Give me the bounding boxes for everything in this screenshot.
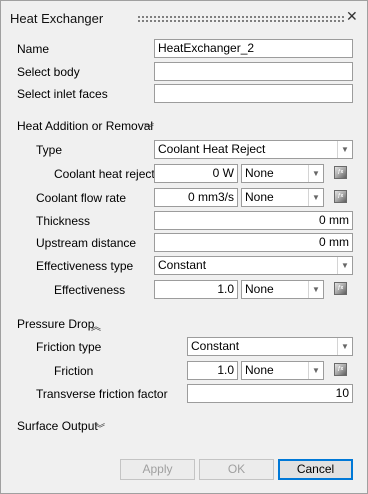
heat-section-header[interactable]: Heat Addition or Removal (17, 119, 153, 133)
type-select[interactable]: Coolant Heat Reject ▼ (154, 140, 353, 159)
upstream-distance-field[interactable]: 0 mm (154, 233, 353, 252)
dropdown-arrow-icon[interactable]: ▼ (308, 362, 323, 379)
transverse-friction-label: Transverse friction factor (36, 387, 168, 401)
type-label: Type (36, 143, 63, 157)
drag-grip-lower[interactable] (137, 19, 345, 24)
effectiveness-type-label: Effectiveness type (36, 259, 134, 273)
friction-type-select[interactable]: Constant ▼ (187, 337, 353, 356)
select-inlet-faces-label: Select inlet faces (17, 87, 108, 101)
coolant-heat-unit-value: None (245, 166, 274, 180)
dialog-title: Heat Exchanger (10, 11, 104, 26)
function-picker-icon[interactable]: ƒx (334, 190, 347, 203)
select-body-label: Select body (17, 65, 80, 79)
heat-exchanger-dialog: Heat Exchanger ✕ Name HeatExchanger_2 Se… (0, 0, 368, 494)
friction-unit-value: None (245, 363, 274, 377)
dropdown-arrow-icon[interactable]: ▼ (337, 141, 352, 158)
friction-field[interactable]: 1.0 (187, 361, 238, 380)
title-bar[interactable]: Heat Exchanger ✕ (1, 1, 367, 31)
coolant-flow-rate-field[interactable]: 0 mm3/s (154, 188, 238, 207)
effectiveness-type-value: Constant (158, 258, 207, 272)
select-body-field[interactable] (154, 62, 353, 81)
effectiveness-field[interactable]: 1.0 (154, 280, 238, 299)
dropdown-arrow-icon[interactable]: ▼ (308, 189, 323, 206)
friction-type-value: Constant (191, 339, 240, 353)
chevron-down-icon[interactable]: ︾ (144, 120, 154, 135)
effectiveness-unit-select[interactable]: None ▼ (241, 280, 324, 299)
function-picker-icon[interactable]: ƒx (334, 166, 347, 179)
friction-type-label: Friction type (36, 340, 102, 354)
function-picker-icon[interactable]: ƒx (334, 282, 347, 295)
name-field[interactable]: HeatExchanger_2 (154, 39, 353, 58)
pressure-section-header[interactable]: Pressure Drop (17, 317, 94, 331)
chevron-up-icon[interactable]: ︽ (91, 318, 101, 333)
flow-rate-unit-select[interactable]: None ▼ (241, 188, 324, 207)
upstream-distance-label: Upstream distance (36, 236, 137, 250)
close-icon[interactable]: ✕ (346, 9, 358, 23)
function-picker-icon[interactable]: ƒx (334, 363, 347, 376)
transverse-friction-field[interactable]: 10 (187, 384, 353, 403)
thickness-field[interactable]: 0 mm (154, 211, 353, 230)
coolant-flow-rate-label: Coolant flow rate (36, 191, 127, 205)
dropdown-arrow-icon[interactable]: ▼ (337, 257, 352, 274)
chevron-down-icon[interactable]: ︾ (95, 420, 105, 435)
dropdown-arrow-icon[interactable]: ▼ (308, 281, 323, 298)
dropdown-arrow-icon[interactable]: ▼ (308, 165, 323, 182)
flow-rate-unit-value: None (245, 190, 274, 204)
type-select-value: Coolant Heat Reject (158, 142, 266, 156)
friction-label: Friction (54, 364, 94, 378)
name-label: Name (17, 42, 50, 56)
surface-output-header[interactable]: Surface Output (17, 419, 98, 433)
apply-button[interactable]: Apply (120, 459, 195, 480)
coolant-heat-reject-label: Coolant heat reject (54, 167, 155, 181)
friction-unit-select[interactable]: None ▼ (241, 361, 324, 380)
select-inlet-faces-field[interactable] (154, 84, 353, 103)
coolant-heat-unit-select[interactable]: None ▼ (241, 164, 324, 183)
effectiveness-label: Effectiveness (54, 283, 126, 297)
thickness-label: Thickness (36, 214, 91, 228)
ok-button[interactable]: OK (199, 459, 274, 480)
effectiveness-type-select[interactable]: Constant ▼ (154, 256, 353, 275)
cancel-button[interactable]: Cancel (278, 459, 353, 480)
coolant-heat-reject-field[interactable]: 0 W (154, 164, 238, 183)
effectiveness-unit-value: None (245, 282, 274, 296)
dropdown-arrow-icon[interactable]: ▼ (337, 338, 352, 355)
